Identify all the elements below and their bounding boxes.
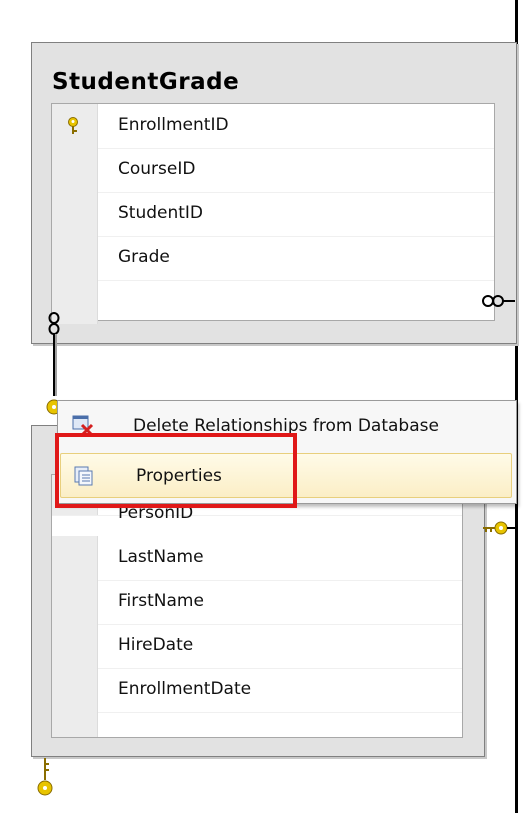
relationship-key-bottom-icon[interactable] — [35, 758, 55, 800]
column-row-grade[interactable]: Grade — [52, 236, 494, 281]
column-row-empty[interactable] — [52, 280, 494, 324]
column-list: PersonID LastName FirstName HireDate Enr… — [51, 474, 463, 738]
column-name: HireDate — [118, 635, 194, 655]
column-name: EnrollmentID — [118, 115, 229, 135]
column-name: CourseID — [118, 159, 196, 179]
column-name: EnrollmentDate — [118, 679, 252, 699]
row-selector[interactable] — [52, 668, 98, 712]
table-title[interactable]: StudentGrade — [52, 69, 239, 95]
column-row-enrollmentdate[interactable]: EnrollmentDate — [52, 668, 462, 713]
column-list: EnrollmentID CourseID StudentID Grade — [51, 103, 495, 324]
row-selector[interactable] — [52, 236, 98, 280]
relationship-many-end-icon[interactable] — [481, 292, 515, 310]
row-selector[interactable] — [52, 148, 98, 192]
column-row-firstname[interactable]: FirstName — [52, 580, 462, 625]
column-row-hiredate[interactable]: HireDate — [52, 624, 462, 669]
column-row-empty[interactable] — [52, 712, 462, 737]
relationship-key-end-icon[interactable] — [483, 516, 515, 536]
column-row-lastname[interactable]: LastName — [52, 536, 462, 581]
studentgrade-table[interactable]: StudentGrade EnrollmentID CourseID Stude… — [31, 42, 517, 344]
row-selector[interactable] — [52, 536, 98, 580]
column-name: LastName — [118, 547, 204, 567]
column-name: FirstName — [118, 591, 204, 611]
primary-key-icon — [68, 117, 78, 134]
column-row-studentid[interactable]: StudentID — [52, 192, 494, 237]
row-selector[interactable] — [52, 624, 98, 668]
row-selector[interactable] — [52, 580, 98, 624]
row-selector[interactable] — [52, 712, 98, 737]
highlight-box — [55, 433, 297, 508]
column-name: StudentID — [118, 203, 204, 223]
column-name: Grade — [118, 247, 170, 267]
column-row-courseid[interactable]: CourseID — [52, 148, 494, 193]
row-selector[interactable] — [52, 192, 98, 236]
column-row-enrollmentid[interactable]: EnrollmentID — [52, 104, 494, 149]
